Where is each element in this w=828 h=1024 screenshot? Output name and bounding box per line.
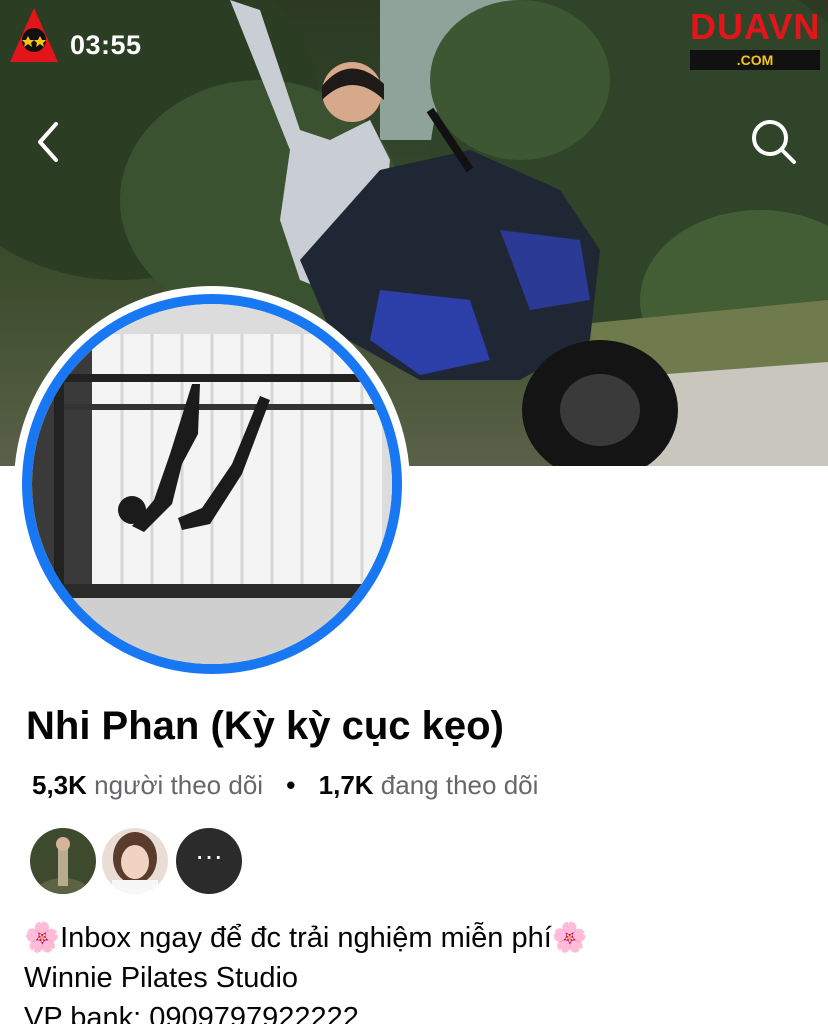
following-link[interactable]: 1,7K đang theo dõi xyxy=(319,770,539,800)
chevron-left-icon xyxy=(38,122,58,162)
bio-line-3: VP bank: 0909797922222 xyxy=(24,1002,359,1024)
search-icon xyxy=(752,120,796,164)
profile-bio: 🌸Inbox ngay để đc trải nghiệm miễn phí🌸 … xyxy=(24,918,588,1024)
friend-avatar-image xyxy=(30,828,96,894)
flower-emoji-left: 🌸 xyxy=(24,922,61,954)
friend-avatar[interactable] xyxy=(102,828,168,894)
bio-line-2: Winnie Pilates Studio xyxy=(24,962,299,994)
avatar-image xyxy=(32,304,392,664)
bio-line-1: 🌸Inbox ngay để đc trải nghiệm miễn phí🌸 xyxy=(24,918,588,958)
watermark-name: DUAVN xyxy=(690,6,821,47)
followers-label: người theo dõi xyxy=(94,770,264,800)
followers-count: 5,3K xyxy=(32,770,87,800)
search-button[interactable] xyxy=(748,116,800,168)
watermark-tld: .COM xyxy=(690,50,820,70)
follow-stats: 5,3K người theo dõi • 1,7K đang theo dõi xyxy=(32,770,538,801)
profile-name: Nhi Phan (Kỳ kỳ cục kẹo) xyxy=(26,704,504,748)
following-count: 1,7K xyxy=(318,770,374,800)
friend-avatar[interactable] xyxy=(30,828,96,894)
followers-link[interactable]: 5,3K người theo dõi xyxy=(32,770,270,800)
following-label: đang theo dõi xyxy=(380,770,539,800)
back-button[interactable] xyxy=(30,118,70,166)
flower-emoji-right: 🌸 xyxy=(551,922,588,954)
stats-separator: • xyxy=(286,770,296,800)
more-friends-button[interactable]: ··· xyxy=(176,828,242,894)
bio-line-1-text: Inbox ngay để đc trải nghiệm miễn phí xyxy=(60,922,552,954)
more-dots-icon: ··· xyxy=(195,840,223,871)
profile-avatar[interactable] xyxy=(32,304,392,664)
friend-avatar-image xyxy=(102,828,168,894)
duavn-logo xyxy=(10,8,58,62)
